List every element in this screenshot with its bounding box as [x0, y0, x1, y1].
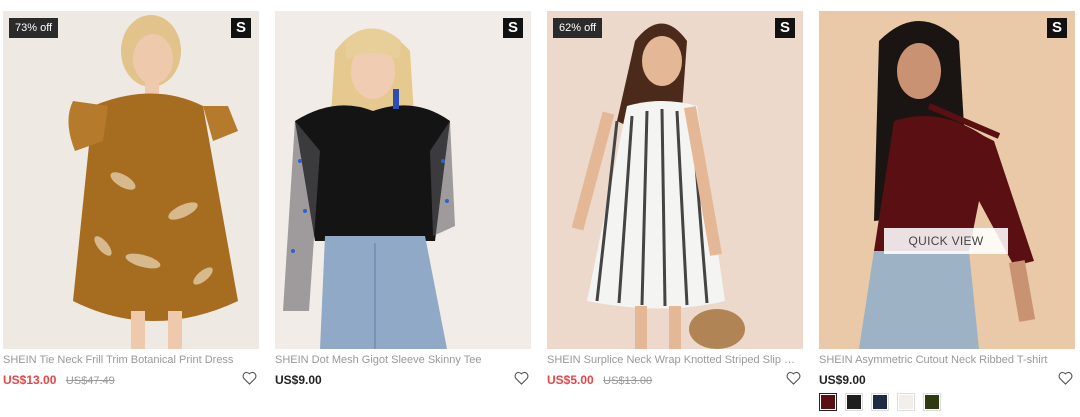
model-photo — [275, 11, 531, 349]
color-swatches — [819, 393, 1075, 411]
product-title[interactable]: SHEIN Dot Mesh Gigot Sleeve Skinny Tee — [275, 354, 527, 366]
heart-outline-icon[interactable] — [786, 371, 801, 385]
model-photo — [547, 11, 803, 349]
color-swatch[interactable] — [897, 393, 915, 411]
discount-badge: 73% off — [9, 18, 59, 38]
product-card[interactable]: S SHEIN Dot Mesh Gigot Sleeve Skinny Tee… — [275, 11, 531, 411]
color-swatch-fill — [873, 395, 887, 409]
product-title[interactable]: SHEIN Tie Neck Frill Trim Botanical Prin… — [3, 354, 255, 366]
brand-badge: S — [775, 18, 795, 38]
sale-price: US$5.00 — [547, 373, 594, 387]
color-swatch[interactable] — [845, 393, 863, 411]
price: US$9.00 — [819, 373, 866, 387]
model-photo — [819, 11, 1075, 349]
color-swatch-fill — [821, 395, 835, 409]
color-swatch[interactable] — [871, 393, 889, 411]
price: US$9.00 — [275, 373, 322, 387]
price-row: US$5.00 US$13.00 — [547, 371, 803, 387]
heart-outline-icon[interactable] — [514, 371, 529, 385]
sale-price: US$13.00 — [3, 373, 57, 387]
product-card[interactable]: S QUICK VIEW SHEIN Asymmetric Cutout Nec… — [819, 11, 1075, 411]
discount-badge: 62% off — [553, 18, 603, 38]
brand-badge: S — [503, 18, 523, 38]
color-swatch-fill — [899, 395, 913, 409]
product-card[interactable]: 62% off S SHEIN Surplice Neck Wrap Knott… — [547, 11, 803, 411]
price-row: US$9.00 — [275, 371, 531, 387]
color-swatch[interactable] — [923, 393, 941, 411]
model-photo — [3, 11, 259, 349]
original-price: US$47.49 — [65, 375, 115, 387]
brand-badge: S — [231, 18, 251, 38]
product-card[interactable]: 73% off S SHEIN Tie Neck Frill Trim Bota… — [3, 11, 259, 411]
quick-view-button[interactable]: QUICK VIEW — [884, 228, 1008, 254]
price-row: US$9.00 — [819, 371, 1075, 387]
original-price: US$13.00 — [603, 375, 653, 387]
heart-outline-icon[interactable] — [1058, 371, 1073, 385]
product-grid: 73% off S SHEIN Tie Neck Frill Trim Bota… — [0, 0, 1080, 417]
brand-badge: S — [1047, 18, 1067, 38]
color-swatch[interactable] — [819, 393, 837, 411]
color-swatch-fill — [847, 395, 861, 409]
product-image[interactable]: 62% off S — [547, 11, 803, 349]
product-title[interactable]: SHEIN Surplice Neck Wrap Knotted Striped… — [547, 354, 799, 366]
product-title[interactable]: SHEIN Asymmetric Cutout Neck Ribbed T-sh… — [819, 354, 1071, 366]
product-image[interactable]: 73% off S — [3, 11, 259, 349]
color-swatch-fill — [925, 395, 939, 409]
heart-outline-icon[interactable] — [242, 371, 257, 385]
product-image[interactable]: S QUICK VIEW — [819, 11, 1075, 349]
product-image[interactable]: S — [275, 11, 531, 349]
price-row: US$13.00 US$47.49 — [3, 371, 259, 387]
